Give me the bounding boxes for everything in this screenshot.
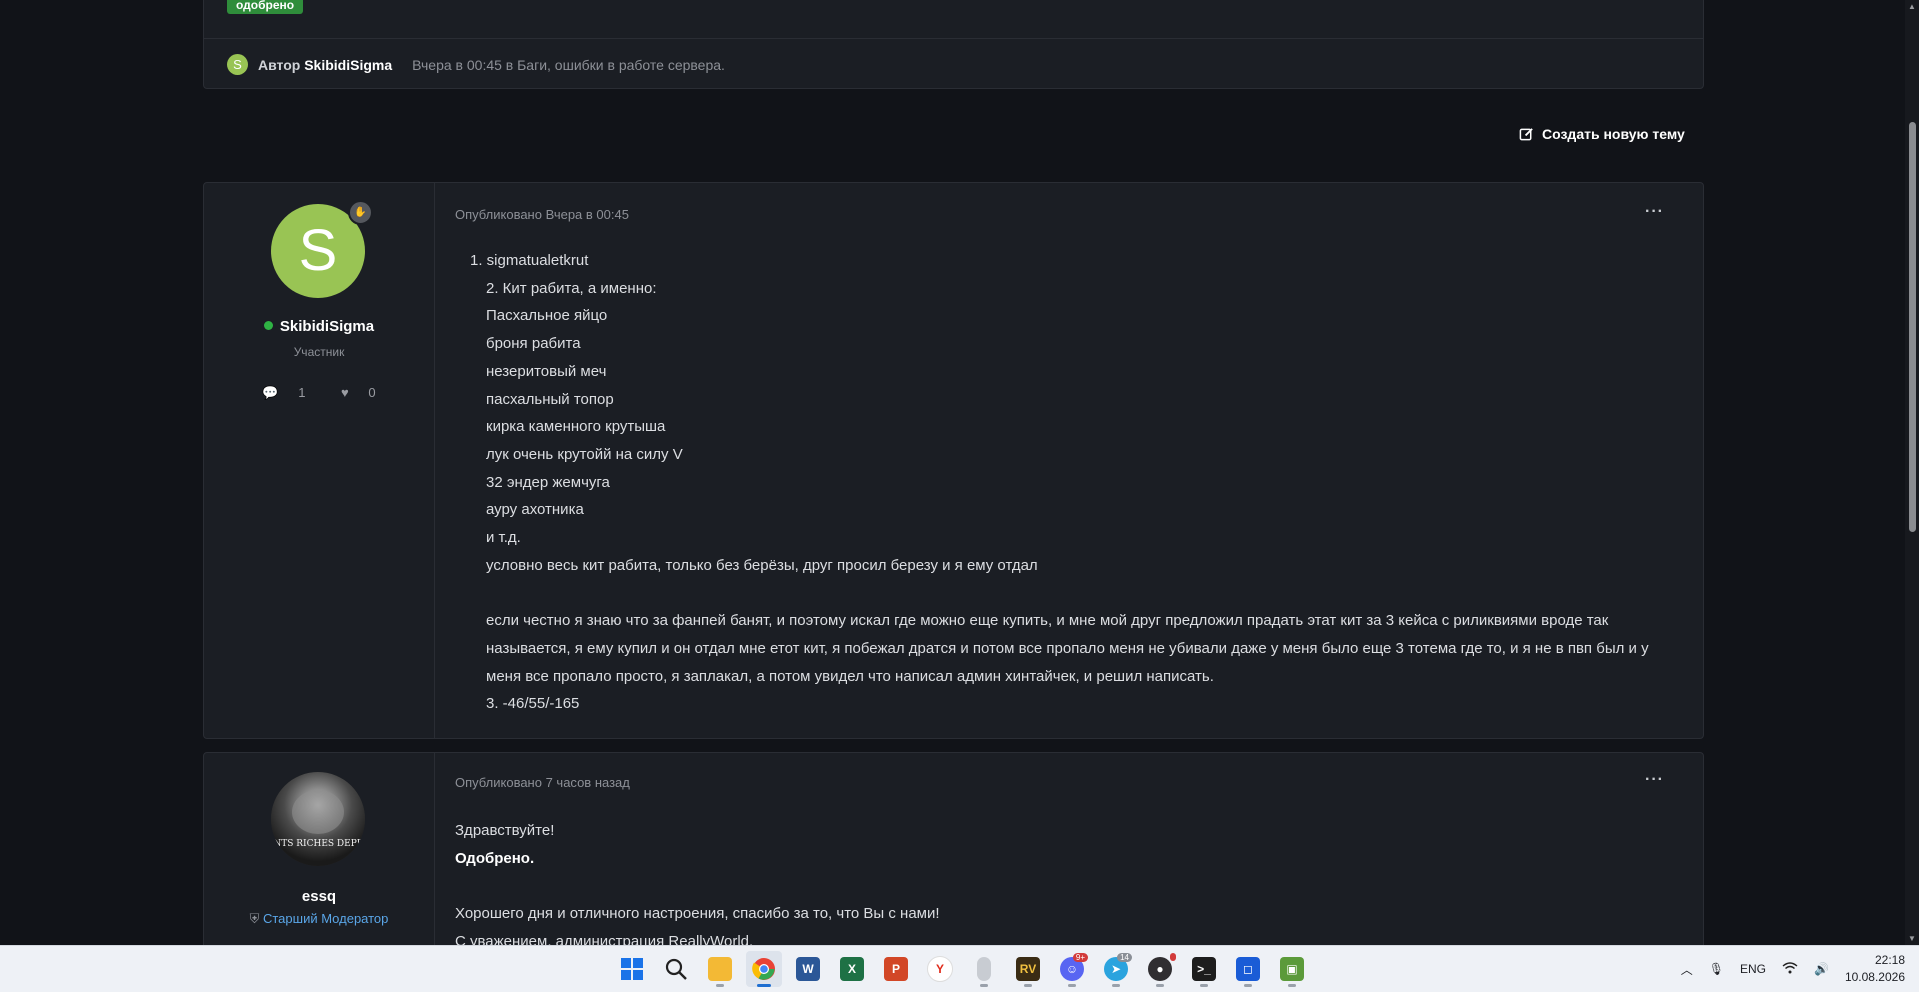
text-line: незеритовый меч <box>486 362 607 380</box>
topic-meta-text: Вчера в 00:45 в Баги, ошибки в работе се… <box>412 56 725 73</box>
hand-icon: ✋ <box>348 200 373 225</box>
text-line: пасхальный топор <box>486 390 614 408</box>
post: S ✋ SkibidiSigma Участник 💬 1 ♥ 0 Опубли… <box>203 182 1704 739</box>
excel-icon[interactable]: X <box>834 951 870 987</box>
avatar-image: ENFANTS RICHES DEPRIMES <box>271 772 365 866</box>
telegram-icon[interactable]: ➤ 14 <box>1098 951 1134 987</box>
rv-app-icon[interactable]: RV <box>1010 951 1046 987</box>
svg-text:ENFANTS RICHES DEPRIMES: ENFANTS RICHES DEPRIMES <box>271 839 365 849</box>
username[interactable]: essq <box>204 888 434 905</box>
create-topic-button[interactable]: Создать новую тему <box>1519 126 1685 142</box>
word-icon[interactable]: W <box>790 951 826 987</box>
text-line: меня все пропало просто, я заплакал, а п… <box>486 667 1214 685</box>
mouse-app-icon[interactable] <box>966 951 1002 987</box>
obs-icon[interactable]: ● <box>1142 951 1178 987</box>
windows-start-icon[interactable] <box>614 951 650 987</box>
posts-stat: 💬 1 <box>262 385 306 400</box>
scrollbar-thumb[interactable] <box>1909 122 1916 532</box>
topic-meta: S Автор SkibidiSigma Вчера в 00:45 в Баг… <box>227 54 725 75</box>
text-line: кирка каменного крутыша <box>486 418 666 436</box>
taskbar-apps: W X P Y RV ☺ 9+ ➤ 14 ● >_ ◻ ▣ <box>614 951 1310 987</box>
more-options-icon[interactable]: ··· <box>1645 771 1664 789</box>
post-author-sidebar: ENFANTS RICHES DEPRIMES essq ⛨ Старший М… <box>204 753 435 945</box>
divider <box>204 38 1703 39</box>
language-indicator[interactable]: ENG <box>1740 962 1766 976</box>
scroll-up-icon[interactable]: ▲ <box>1908 2 1916 11</box>
more-options-icon[interactable]: ··· <box>1645 203 1664 221</box>
user-role: Участник <box>293 345 345 359</box>
text-line: 1. sigmatualetkrut <box>470 252 589 269</box>
comment-icon: 💬 <box>262 385 279 400</box>
time: 22:18 <box>1874 953 1905 967</box>
shield-icon: ⛨ <box>249 911 260 926</box>
microphone-icon[interactable]: 🎙 <box>1709 962 1724 976</box>
forum-page: одобрено S Автор SkibidiSigma Вчера в 00… <box>0 0 1919 945</box>
scroll-down-icon[interactable]: ▼ <box>1908 934 1916 943</box>
text-line: и т.д. <box>486 529 521 547</box>
clock[interactable]: 22:18 10.08.2026 <box>1845 952 1905 986</box>
roblox-app-icon[interactable]: ◻ <box>1230 951 1266 987</box>
terminal-icon[interactable]: >_ <box>1186 951 1222 987</box>
text-line: если честно я знаю что за фанпей банят, … <box>486 612 1609 630</box>
text-line: Пасхальное яйцо <box>486 307 608 325</box>
greeting-text: Здравствуйте! <box>455 822 555 839</box>
chrome-icon[interactable] <box>746 951 782 987</box>
date: 10.08.2026 <box>1844 970 1905 984</box>
post-date[interactable]: Опубликовано 7 часов назад <box>455 775 630 790</box>
file-explorer-icon[interactable] <box>702 951 738 987</box>
post-body: 1. sigmatualetkrut 2. Кит рабита, а имен… <box>455 247 1683 718</box>
post-date[interactable]: Опубликовано Вчера в 00:45 <box>455 207 629 222</box>
wish-text: Хорошего дня и отличного настроения, спа… <box>455 905 940 923</box>
heart-icon: ♥ <box>341 385 349 400</box>
text-line: броня рабита <box>486 335 581 353</box>
author-avatar[interactable]: S <box>227 54 248 75</box>
user-role: ⛨ Старший Модератор <box>249 911 389 926</box>
user-stats: 💬 1 ♥ 0 <box>204 385 434 401</box>
text-line: называется, я ему купил и он отдал мне е… <box>486 639 1649 657</box>
powerpoint-icon[interactable]: P <box>878 951 914 987</box>
volume-icon[interactable]: 🔊 <box>1814 962 1829 976</box>
wifi-icon[interactable] <box>1782 961 1798 977</box>
text-line: 2. Кит рабита, а именно: <box>486 279 657 297</box>
text-line: 32 эндер жемчуга <box>486 473 610 491</box>
text-line: лук очень крутойй на силу V <box>486 445 683 463</box>
windows-taskbar: W X P Y RV ☺ 9+ ➤ 14 ● >_ ◻ ▣ ︿ 🎙 ENG 🔊 22… <box>0 945 1919 992</box>
post-body: Здравствуйте! Одобрено. Хорошего дня и о… <box>455 817 1683 945</box>
username[interactable]: SkibidiSigma <box>204 318 434 335</box>
topic-author[interactable]: Автор SkibidiSigma <box>258 57 392 73</box>
search-icon[interactable] <box>658 951 694 987</box>
post-author-sidebar: S ✋ SkibidiSigma Участник 💬 1 ♥ 0 <box>204 183 435 738</box>
text-line: ауру ахотника <box>486 501 584 519</box>
avatar[interactable]: ENFANTS RICHES DEPRIMES <box>271 772 365 866</box>
signature-text: С уважением, администрация ReallyWorld. <box>455 932 754 945</box>
discord-icon[interactable]: ☺ 9+ <box>1054 951 1090 987</box>
page-scrollbar[interactable]: ▲ ▼ <box>1905 0 1919 945</box>
text-line: 3. -46/55/-165 <box>486 695 580 713</box>
create-topic-label: Создать новую тему <box>1542 126 1685 142</box>
minecraft-icon[interactable]: ▣ <box>1274 951 1310 987</box>
post: ENFANTS RICHES DEPRIMES essq ⛨ Старший М… <box>203 752 1704 945</box>
yandex-browser-icon[interactable]: Y <box>922 951 958 987</box>
approved-badge: одобрено <box>227 0 304 14</box>
verdict-text: Одобрено. <box>455 849 535 867</box>
chevron-up-icon[interactable]: ︿ <box>1681 961 1693 978</box>
likes-stat: ♥ 0 <box>341 385 376 400</box>
text-line: условно весь кит рабита, только без берё… <box>486 556 1038 574</box>
topic-header-card: одобрено S Автор SkibidiSigma Вчера в 00… <box>203 0 1704 89</box>
system-tray: ︿ 🎙 ENG 🔊 22:18 10.08.2026 <box>1681 946 1905 992</box>
edit-icon <box>1519 127 1533 140</box>
online-indicator <box>263 321 273 330</box>
